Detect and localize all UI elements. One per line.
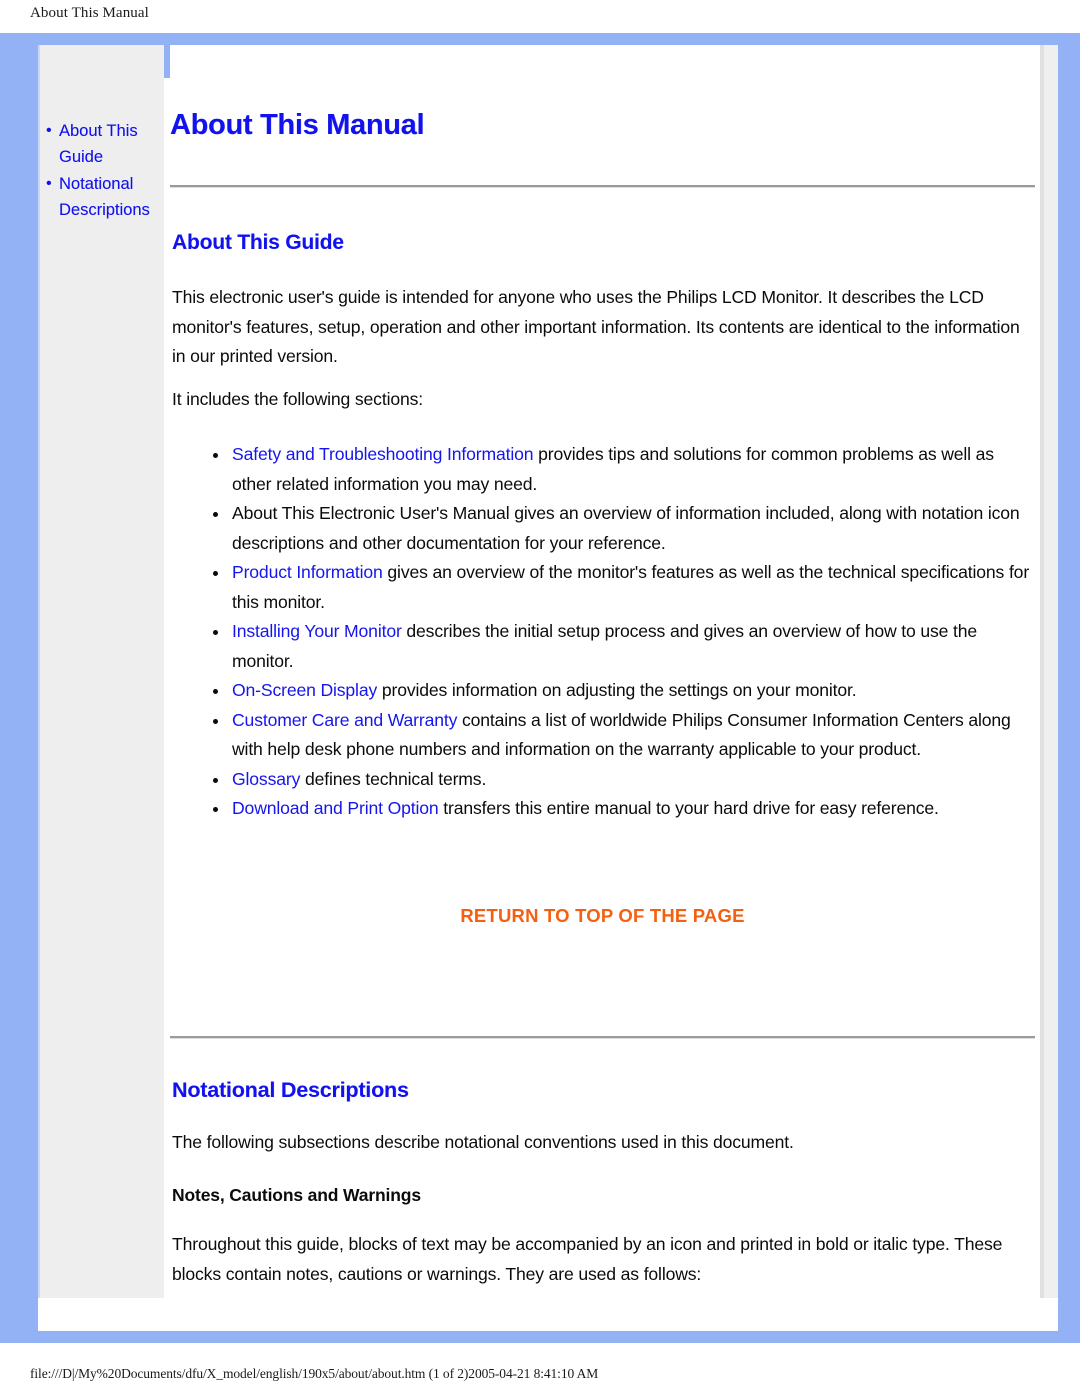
list-item: Safety and Troubleshooting Information p… [208, 440, 1036, 499]
section-heading-notational-descriptions: Notational Descriptions [172, 1078, 409, 1102]
list-item-text: About This Electronic User's Manual give… [232, 503, 1020, 553]
list-item: On-Screen Display provides information o… [208, 676, 1036, 706]
link-installing-your-monitor[interactable]: Installing Your Monitor [232, 621, 402, 641]
print-page-header: About This Manual [30, 5, 149, 21]
section-heading-about-this-guide: About This Guide [172, 231, 344, 254]
subheading-notes-cautions-warnings: Notes, Cautions and Warnings [172, 1185, 421, 1205]
sidebar: • About This Guide • Notational Descript… [38, 45, 164, 1298]
feature-list: Safety and Troubleshooting Information p… [208, 440, 1036, 824]
list-item: Download and Print Option transfers this… [208, 794, 1036, 824]
link-on-screen-display[interactable]: On-Screen Display [232, 680, 377, 700]
list-item-text: transfers this entire manual to your har… [438, 798, 939, 818]
sidebar-item-label: About This Guide [59, 122, 138, 166]
divider-top [170, 185, 1035, 188]
sidebar-item-label: Notational Descriptions [59, 175, 150, 219]
list-item: Installing Your Monitor describes the in… [208, 617, 1036, 676]
paragraph-includes-lead: It includes the following sections: [172, 389, 423, 409]
scrollbar-track[interactable] [1040, 45, 1058, 1298]
list-item: Product Information gives an overview of… [208, 558, 1036, 617]
link-glossary[interactable]: Glossary [232, 769, 300, 789]
bullet-icon: • [46, 175, 52, 192]
page-title: About This Manual [170, 109, 425, 141]
link-customer-care-and-warranty[interactable]: Customer Care and Warranty [232, 710, 457, 730]
link-download-and-print-option[interactable]: Download and Print Option [232, 798, 439, 818]
return-to-top-link[interactable]: RETURN TO TOP OF THE PAGE [170, 905, 1035, 927]
list-item: About This Electronic User's Manual give… [208, 499, 1036, 558]
list-item-text: provides information on adjusting the se… [377, 680, 857, 700]
bullet-icon: • [46, 122, 52, 139]
link-safety-and-troubleshooting[interactable]: Safety and Troubleshooting Information [232, 444, 534, 464]
paragraph-notational-body: Throughout this guide, blocks of text ma… [172, 1234, 1003, 1284]
sidebar-item-notational-descriptions[interactable]: • Notational Descriptions [46, 171, 166, 223]
link-product-information[interactable]: Product Information [232, 562, 383, 582]
sidebar-nav: • About This Guide • Notational Descript… [46, 118, 166, 224]
list-item: Customer Care and Warranty contains a li… [208, 706, 1036, 765]
divider-middle [170, 1036, 1035, 1039]
list-item-text: defines technical terms. [300, 768, 487, 789]
print-page-footer: file:///D|/My%20Documents/dfu/X_model/en… [30, 1366, 599, 1381]
paragraph-notational-lead: The following subsections describe notat… [172, 1132, 794, 1152]
sidebar-item-about-this-guide[interactable]: • About This Guide [46, 118, 166, 170]
document-content: About This Manual About This Guide This … [170, 45, 1040, 1298]
paragraph-intro: This electronic user's guide is intended… [172, 287, 1020, 366]
list-item: Glossary defines technical terms. [208, 765, 1036, 795]
